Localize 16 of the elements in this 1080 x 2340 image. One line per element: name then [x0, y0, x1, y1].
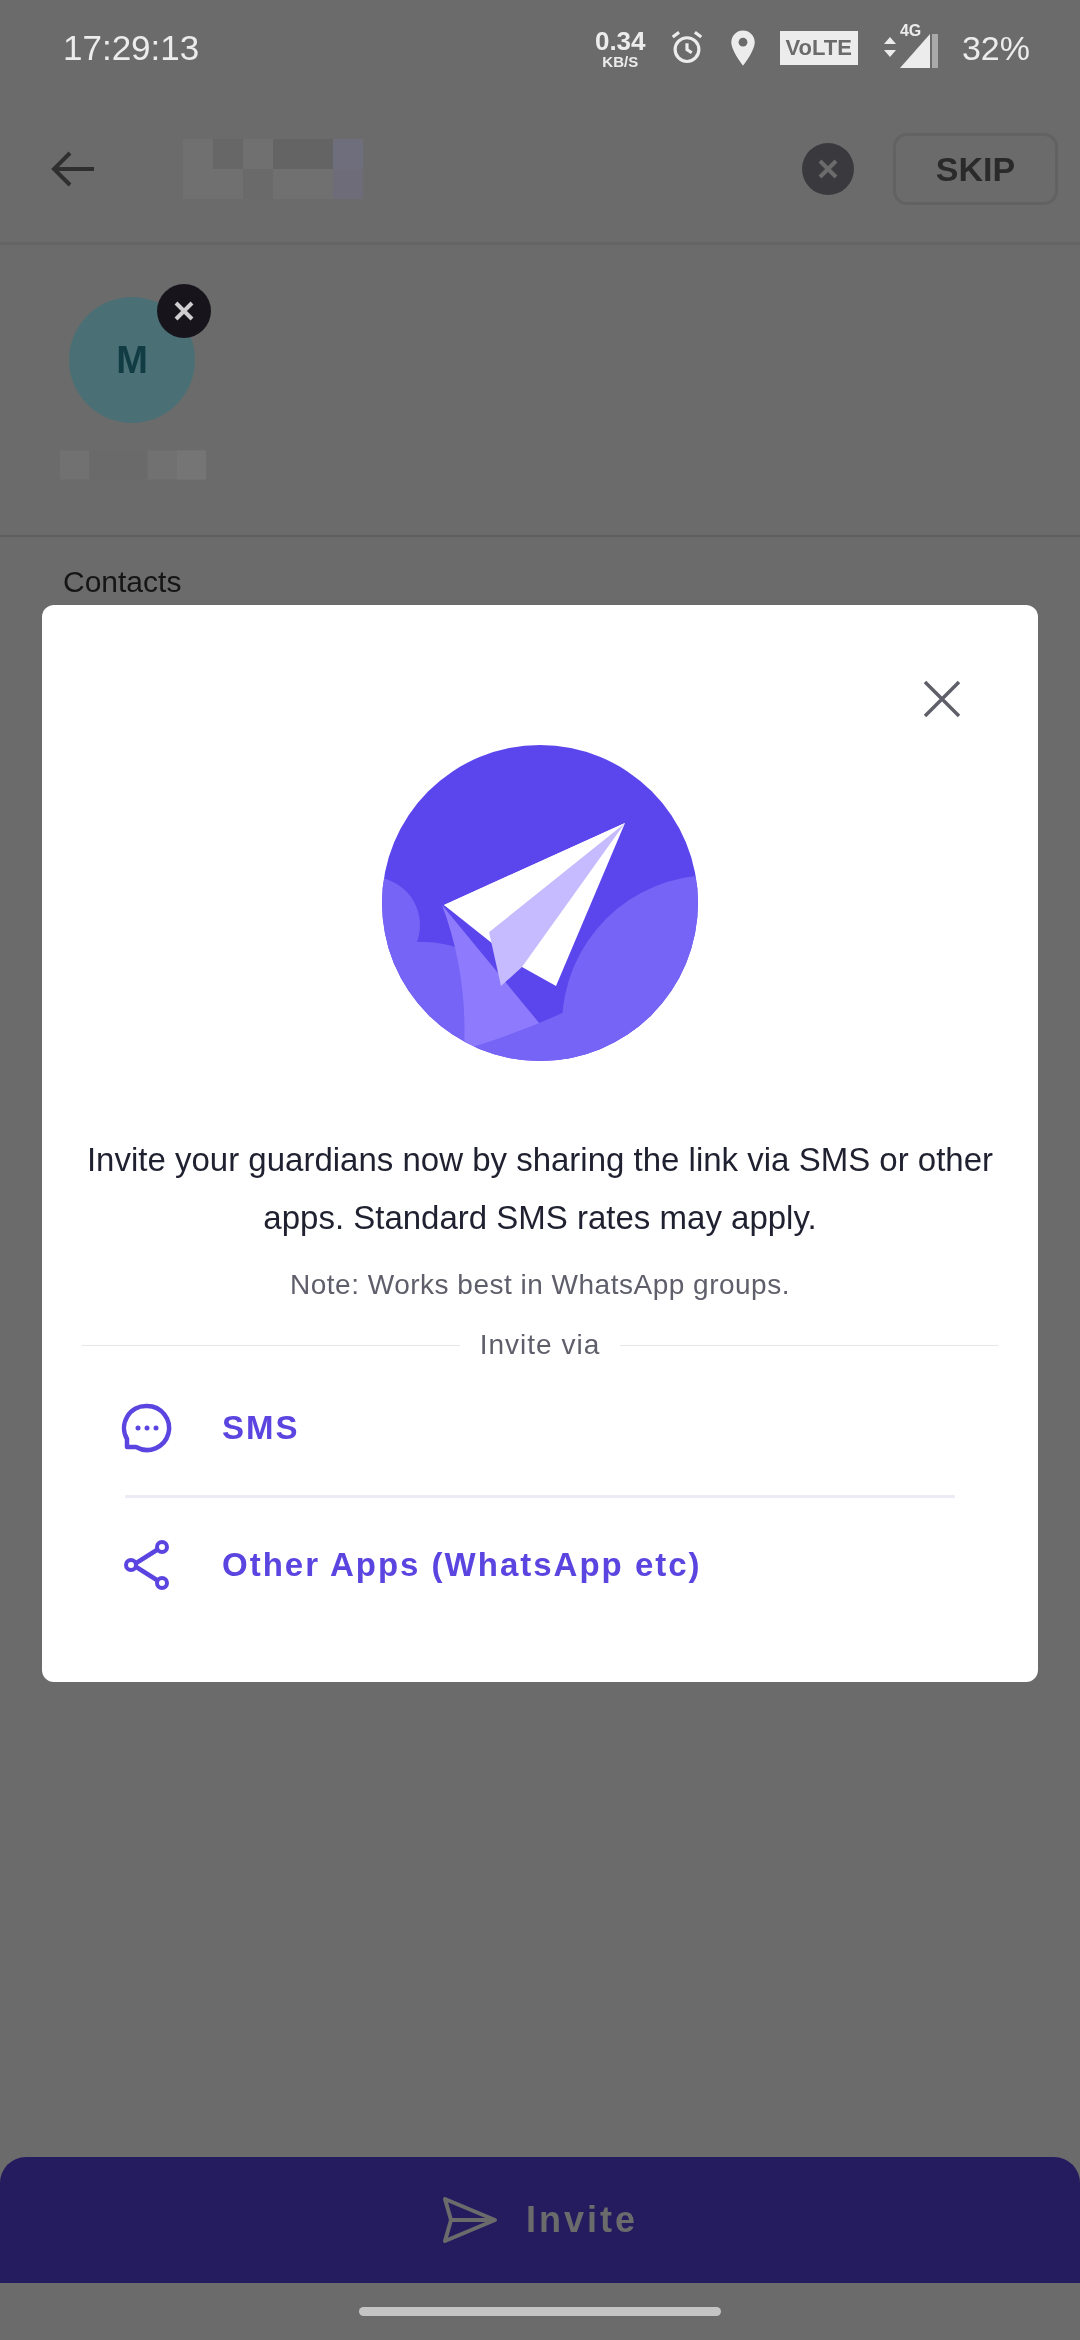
chat-icon [120, 1401, 174, 1455]
section-title: Contacts [62, 564, 183, 600]
invite-message: Invite your guardians now by sharing the link via SMS or other apps. Standard SMS rates may apply. [85, 1140, 995, 1238]
remove-icon[interactable] [157, 284, 211, 338]
battery-level: 32% [961, 28, 1030, 68]
clear-icon[interactable] [801, 142, 855, 196]
close-icon[interactable] [922, 679, 962, 719]
invite-via-label: Invite via [479, 1329, 601, 1361]
note-text: Note: Works best in WhatsApp groups. [290, 1269, 790, 1301]
contact-avatar: M [69, 297, 195, 423]
invite-option[interactable]: Other Apps (WhatsApp etc) [82, 1498, 998, 1632]
send-icon [442, 2196, 498, 2244]
invite-option[interactable]: SMS [82, 1361, 998, 1495]
network-speed: 0.34 KB/S [594, 27, 646, 69]
status-time: 17:29:13 [63, 28, 200, 68]
volte-badge: VoLTE [779, 31, 858, 65]
